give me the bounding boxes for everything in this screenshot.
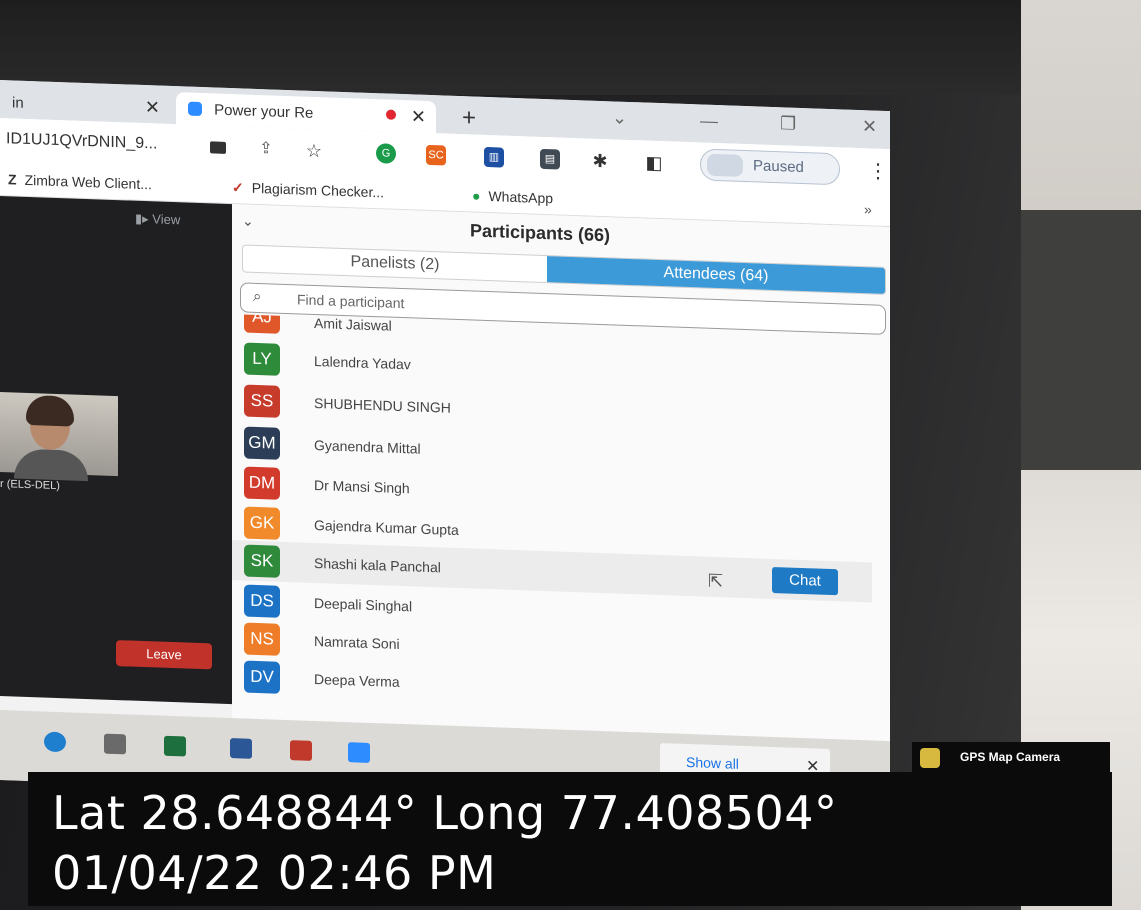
thumbnail-label: r (ELS-DEL) [0,478,60,493]
more-bookmarks-icon[interactable]: » [864,201,872,217]
url-text[interactable]: ID1UJ1QVrDNIN_9... [6,130,157,153]
minimize-icon[interactable]: — [700,110,718,132]
thumbnail-hair [26,394,74,427]
tab-attendees[interactable]: Attendees (64) [547,256,885,294]
bookmark-label: WhatsApp [488,188,554,207]
mouse-pointer-icon: ⇱ [708,570,724,592]
edge-icon[interactable] [44,731,66,753]
tab-panelists[interactable]: Panelists (2) [243,245,547,282]
participant-avatar: DM [244,466,280,500]
star-icon[interactable]: ☆ [304,141,324,162]
zoom-icon[interactable] [348,742,370,763]
close-icon[interactable]: ✕ [411,106,426,128]
participant-avatar: AJ [244,314,280,334]
coordinates-text: Lat 28.648844° Long 77.408504° [52,786,838,840]
app-icon[interactable] [290,740,312,761]
excel-icon[interactable] [164,735,186,757]
chevron-down-icon[interactable]: ⌄ [612,107,627,129]
participant-avatar: GM [244,426,280,460]
video-thumbnail[interactable] [0,392,118,482]
word-icon[interactable] [230,738,252,759]
participant-name: SHUBHENDU SINGH [314,394,451,416]
share-icon[interactable]: ⇪ [256,139,276,160]
view-label: View [152,211,181,228]
search-placeholder: Find a participant [297,291,405,312]
show-all-button[interactable]: Show all [686,754,739,772]
participant-avatar: SK [244,544,280,578]
kebab-menu-icon[interactable]: ⋮ [868,158,888,184]
puzzle-icon[interactable]: ✱ [590,151,610,172]
app-icon[interactable] [104,733,126,755]
close-icon[interactable]: ✕ [145,97,160,119]
participant-name: Shashi kala Panchal [314,554,441,576]
zimbra-icon: Z [8,171,17,188]
leave-button[interactable]: Leave [116,640,212,670]
zoom-icon [188,101,202,117]
participant-name: Namrata Soni [314,632,400,652]
participant-name: Deepali Singhal [314,594,413,615]
laptop-screen: in ✕ Power your Re ✕ + ⌄ — ❐ ✕ ID1UJ1QVr… [0,80,890,812]
collapse-chevron-icon[interactable]: ⌄ [242,212,254,229]
gps-camera-label: GPS Map Camera [960,750,1061,764]
thumbnail-body [14,448,88,482]
grammarly-icon[interactable]: G [376,143,396,164]
laptop-bezel [0,0,1141,95]
paused-label: Paused [753,157,804,177]
gps-camera-logo-icon [920,748,940,768]
bookmark-whatsapp[interactable]: ● WhatsApp [472,187,553,206]
extension-icon[interactable]: ▤ [540,148,560,170]
participant-name: Deepa Verma [314,670,400,690]
participant-avatar: SS [244,384,280,418]
tab-previous-label: in [12,94,24,112]
camera-icon[interactable] [210,141,226,154]
chart-extension-icon[interactable]: ▥ [484,146,504,168]
datetime-text: 01/04/22 02:46 PM [52,846,497,900]
participant-name: Lalendra Yadav [314,352,411,373]
whatsapp-icon: ● [472,187,481,204]
chat-button[interactable]: Chat [772,566,838,596]
profile-paused-button[interactable]: Paused [700,148,840,186]
sc-extension-icon[interactable]: SC [426,144,446,166]
participant-name: Gyanendra Mittal [314,436,421,457]
restore-icon[interactable]: ❐ [780,113,796,135]
participant-avatar: GK [244,506,280,540]
bookmark-zimbra[interactable]: Z Zimbra Web Client... [8,171,152,192]
view-button[interactable]: ▮▸ View [135,211,180,229]
gps-info-overlay: Lat 28.648844° Long 77.408504° 01/04/22 … [28,772,1112,906]
recording-icon [386,109,396,120]
new-tab-icon[interactable]: + [462,104,476,132]
avatar [707,153,743,177]
participant-avatar: DS [244,584,280,618]
participants-panel: ⌄ Participants (66) Panelists (2) Attend… [232,204,890,788]
participant-avatar: NS [244,622,280,656]
window-close-icon[interactable]: ✕ [862,116,877,138]
participant-name: Dr Mansi Singh [314,476,410,497]
meeting-video-pane: ▮▸ View r (ELS-DEL) Leave [0,196,232,705]
bookmark-label: Zimbra Web Client... [24,171,152,193]
room-shadow [1021,210,1141,470]
tab-active-label: Power your Re [214,101,314,122]
participant-name: Gajendra Kumar Gupta [314,516,459,539]
photo: in ✕ Power your Re ✕ + ⌄ — ❐ ✕ ID1UJ1QVr… [0,0,1141,910]
bookmark-label: Plagiarism Checker... [251,179,385,201]
bookmark-plagiarism[interactable]: ✓ Plagiarism Checker... [232,179,384,201]
participants-title: Participants (66) [470,220,611,246]
checkmark-icon: ✓ [232,179,244,196]
participant-name: Amit Jaiswal [314,314,392,334]
sidepanel-icon[interactable]: ◧ [644,152,664,174]
participant-avatar: DV [244,660,280,694]
search-icon: ⌕ [253,287,262,306]
gps-camera-badge: GPS Map Camera [912,742,1110,774]
participant-avatar: LY [244,342,280,376]
